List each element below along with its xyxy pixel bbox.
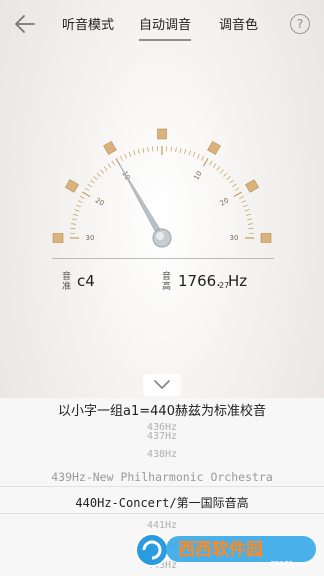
gauge-tick bbox=[128, 151, 132, 157]
gauge-tick bbox=[75, 204, 81, 208]
gauge-marker-block bbox=[245, 179, 260, 193]
needle-body bbox=[116, 159, 165, 240]
gauge-tick bbox=[219, 169, 224, 174]
gauge-marker-block bbox=[260, 233, 272, 243]
gauge-tick bbox=[142, 147, 145, 153]
gauge-tick bbox=[234, 187, 240, 191]
gauge-tick bbox=[175, 147, 177, 153]
gauge-tick bbox=[202, 158, 209, 167]
gauge-tick bbox=[133, 150, 136, 156]
gauge-marker-block bbox=[52, 233, 64, 243]
gauge-tick-label: 30 bbox=[230, 234, 239, 242]
gauge-marker-block bbox=[103, 140, 117, 155]
svg-text:CR173.com: CR173.com bbox=[270, 560, 310, 568]
gauge-tick bbox=[147, 147, 149, 153]
gauge-tick bbox=[124, 153, 127, 159]
gauge-tick bbox=[192, 151, 196, 157]
gauge-tick bbox=[226, 176, 231, 181]
gauge-tick bbox=[243, 204, 249, 208]
gauge-needle bbox=[116, 159, 165, 240]
selection-line-bottom bbox=[0, 513, 324, 514]
gauge-tick bbox=[188, 150, 191, 156]
gauge-tick bbox=[241, 200, 247, 203]
gauge-marker-block bbox=[207, 140, 221, 155]
gauge-tick bbox=[184, 149, 187, 155]
help-icon[interactable]: ? bbox=[290, 14, 310, 34]
gauge-tick-label: 20 bbox=[94, 196, 106, 207]
gauge-tick bbox=[103, 166, 108, 171]
gauge-tick bbox=[87, 183, 92, 188]
gauge-tick bbox=[73, 213, 79, 216]
gauge-tick bbox=[248, 228, 254, 230]
gauge-tick bbox=[70, 228, 76, 230]
gauge-tick bbox=[137, 149, 140, 155]
gauge-tick bbox=[201, 155, 205, 161]
option-437hz[interactable]: 437Hz bbox=[0, 431, 324, 442]
tab-listen-mode[interactable]: 听音模式 bbox=[62, 14, 114, 33]
gauge-tick bbox=[100, 169, 105, 174]
gauge-tick bbox=[197, 153, 200, 159]
gauge-ticks bbox=[70, 146, 254, 239]
gauge-tick bbox=[107, 163, 112, 168]
option-438hz[interactable]: 438Hz bbox=[0, 449, 324, 460]
option-439hz[interactable]: 439Hz-New Philharmonic Orchestra bbox=[0, 470, 324, 484]
gauge-tick bbox=[239, 195, 245, 199]
gauge-tick bbox=[93, 176, 98, 181]
gauge-tick bbox=[84, 187, 90, 191]
gauge-tick bbox=[119, 155, 123, 161]
gauge-tick bbox=[247, 223, 253, 225]
note-value: c4 bbox=[77, 272, 95, 290]
gauge-tick bbox=[209, 160, 213, 166]
watermark-logo: 西西软件园 CR173.com bbox=[135, 533, 316, 568]
gauge-tick bbox=[74, 209, 80, 212]
back-arrow-icon[interactable] bbox=[12, 11, 38, 37]
gauge-tick bbox=[82, 191, 91, 198]
gauge-tick-label: 20 bbox=[218, 196, 230, 207]
chevron-down-icon bbox=[154, 380, 170, 390]
tab-auto-tune[interactable]: 自动调音 bbox=[139, 14, 192, 41]
gauge-tick bbox=[170, 146, 172, 152]
gauge-tick bbox=[223, 172, 228, 177]
gauge-divider bbox=[52, 258, 274, 259]
panel-title: 以小字一组a1=440赫兹为标准校音 bbox=[58, 404, 266, 419]
gauge-tick bbox=[244, 209, 250, 212]
collapse-panel-button[interactable] bbox=[143, 374, 181, 396]
gauge-tick bbox=[96, 172, 101, 177]
option-440hz-selected[interactable]: 440Hz-Concert/第一国际音高 bbox=[0, 494, 324, 511]
gauge-tick bbox=[71, 223, 77, 225]
gauge-tick bbox=[79, 195, 85, 199]
gauge-tick bbox=[233, 191, 242, 198]
gauge-tick bbox=[179, 147, 182, 153]
gauge-tick bbox=[111, 160, 115, 166]
gauge-tick bbox=[229, 179, 234, 184]
gauge-tick bbox=[77, 200, 83, 203]
tab-tone[interactable]: 调音色 bbox=[219, 14, 258, 33]
gauge-tick bbox=[90, 179, 95, 184]
frequency-value: 1766. bbox=[178, 272, 221, 290]
gauge-marker-block bbox=[157, 128, 167, 140]
selection-line-top bbox=[0, 486, 324, 487]
gauge-tick bbox=[247, 218, 253, 221]
gauge-tick bbox=[152, 146, 154, 152]
gauge-tick bbox=[232, 183, 237, 188]
top-bar: 听音模式 自动调音 调音色 ? bbox=[0, 0, 324, 46]
gauge-tick-label: 30 bbox=[86, 234, 95, 242]
frequency-unit: Hz bbox=[228, 272, 248, 290]
gauge-tick bbox=[71, 218, 77, 221]
needle-pivot-shine bbox=[156, 232, 164, 240]
gauge-marker-block bbox=[64, 179, 79, 193]
gauge-tick bbox=[212, 163, 217, 168]
tuning-gauge: 102030102030 bbox=[52, 128, 272, 248]
gauge-tick bbox=[245, 213, 251, 216]
gauge-tick-label: 10 bbox=[192, 170, 203, 182]
gauge-tick bbox=[216, 166, 221, 171]
svg-text:西西软件园: 西西软件园 bbox=[178, 539, 263, 560]
note-label: 音准 bbox=[62, 272, 72, 292]
frequency-label: 音高 bbox=[162, 272, 172, 292]
